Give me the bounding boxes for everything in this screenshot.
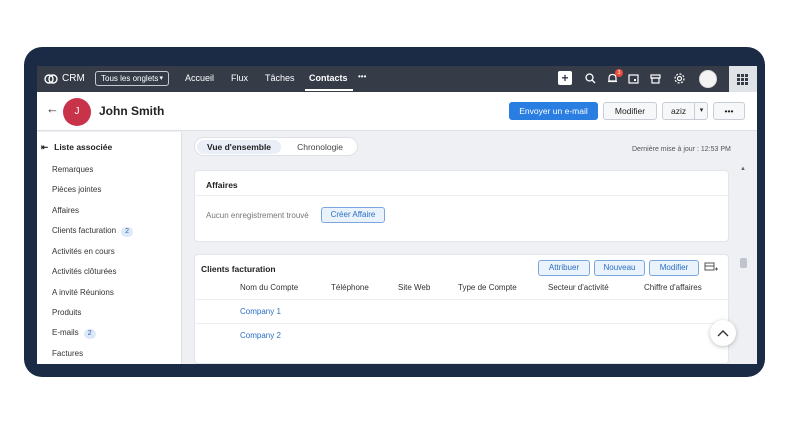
column-header[interactable]: Téléphone	[331, 283, 369, 292]
edit-button[interactable]: Modifier	[603, 102, 657, 120]
count-badge: 2	[83, 329, 96, 339]
search-icon[interactable]	[583, 71, 598, 86]
sidebar-item-produits[interactable]: Produits	[52, 308, 81, 317]
plus-icon[interactable]: +	[558, 71, 572, 85]
table-row: Company 2	[195, 324, 730, 347]
empty-state-text: Aucun enregistrement trouvé	[206, 211, 309, 220]
active-nav-indicator	[305, 89, 353, 91]
all-tabs-dropdown[interactable]: Tous les onglets ▾	[95, 71, 169, 86]
column-header[interactable]: Nom du Compte	[240, 283, 298, 292]
column-header[interactable]: Secteur d'activité	[548, 283, 609, 292]
scrollbar-thumb[interactable]	[740, 258, 747, 268]
more-nav-button[interactable]: •••	[358, 72, 366, 81]
sidebar-item-invite-reunions[interactable]: A invité Réunions	[52, 288, 114, 297]
owner-dropdown[interactable]: aziz ▾	[662, 102, 708, 120]
view-tabs: Vue d'ensemble Chronologie	[194, 137, 358, 156]
apps-grid-icon	[737, 74, 748, 85]
table-row: Company 1	[195, 300, 730, 323]
brand-name[interactable]: CRM	[62, 73, 85, 84]
notification-badge: 3	[615, 69, 623, 77]
scroll-up-icon[interactable]: ▲	[740, 166, 746, 172]
affaires-card: Affaires Aucun enregistrement trouvé Cré…	[194, 170, 730, 242]
marketplace-icon[interactable]	[648, 71, 663, 86]
new-button[interactable]: Nouveau	[594, 260, 645, 276]
chevron-down-icon: ▾	[694, 103, 708, 119]
assign-button[interactable]: Attribuer	[538, 260, 590, 276]
sidebar-item-activites-en-cours[interactable]: Activités en cours	[52, 247, 115, 256]
owner-label: aziz	[671, 106, 687, 116]
affaires-title: Affaires	[206, 180, 238, 190]
column-header[interactable]: Chiffre d'affaires	[644, 283, 702, 292]
last-update-text: Dernière mise à jour : 12:53 PM	[632, 146, 731, 153]
nav-taches[interactable]: Tâches	[265, 73, 295, 83]
account-link[interactable]: Company 2	[240, 331, 281, 340]
sidebar-item-pieces-jointes[interactable]: Pièces jointes	[52, 185, 101, 194]
nav-contacts[interactable]: Contacts	[309, 73, 348, 83]
related-list-sidebar: ⇤ Liste associée Remarques Pièces jointes…	[37, 132, 182, 364]
sidebar-item-factures[interactable]: Factures	[52, 349, 83, 358]
related-list-title: Liste associée	[54, 142, 113, 152]
sidebar-item-remarques[interactable]: Remarques	[52, 165, 93, 174]
app-screen: CRM Tous les onglets ▾ Accueil Flux Tâch…	[37, 66, 757, 364]
sidebar-item-affaires[interactable]: Affaires	[52, 206, 79, 215]
sidebar-item-clients-facturation[interactable]: Clients facturation 2	[52, 226, 134, 237]
create-deal-button[interactable]: Créer Affaire	[321, 207, 385, 223]
all-tabs-label: Tous les onglets	[101, 74, 159, 83]
account-link[interactable]: Company 1	[240, 307, 281, 316]
divider	[195, 195, 730, 196]
more-actions-button[interactable]: •••	[713, 102, 745, 120]
top-navigation-bar: CRM Tous les onglets ▾ Accueil Flux Tâch…	[37, 66, 757, 92]
user-avatar[interactable]	[699, 70, 717, 88]
sidebar-item-activites-cloturees[interactable]: Activités clôturées	[52, 267, 116, 276]
record-header: ← J John Smith Envoyer un e-mail Modifie…	[37, 92, 757, 131]
table-header: Nom du Compte Téléphone Site Web Type de…	[195, 283, 730, 297]
calendar-icon[interactable]	[626, 71, 641, 86]
gear-icon[interactable]	[672, 71, 687, 86]
column-header[interactable]: Type de Compte	[458, 283, 517, 292]
chevron-up-icon	[717, 330, 729, 337]
send-email-button[interactable]: Envoyer un e-mail	[509, 102, 598, 120]
nav-flux[interactable]: Flux	[231, 73, 248, 83]
contact-name: John Smith	[99, 104, 165, 118]
column-header[interactable]: Site Web	[398, 283, 430, 292]
tab-overview[interactable]: Vue d'ensemble	[197, 140, 281, 154]
scroll-to-top-button[interactable]	[710, 320, 736, 346]
billing-clients-title: Clients facturation	[201, 264, 276, 274]
add-column-icon[interactable]	[704, 261, 718, 273]
back-arrow-icon[interactable]: ←	[46, 101, 59, 116]
chevron-down-icon: ▾	[159, 75, 163, 82]
collapse-sidebar-icon[interactable]: ⇤	[41, 142, 48, 152]
nav-accueil[interactable]: Accueil	[185, 73, 214, 83]
edit-list-button[interactable]: Modifier	[649, 260, 699, 276]
billing-clients-card: Clients facturation Attribuer Nouveau Mo…	[194, 254, 730, 364]
apps-button[interactable]	[729, 66, 757, 92]
sidebar-item-e-mails[interactable]: E-mails 2	[52, 328, 96, 339]
contact-avatar: J	[63, 98, 91, 126]
related-list-header[interactable]: ⇤ Liste associée	[41, 142, 112, 153]
count-badge: 2	[121, 227, 134, 237]
crm-logo-icon[interactable]	[44, 73, 58, 85]
tab-timeline[interactable]: Chronologie	[285, 140, 355, 154]
